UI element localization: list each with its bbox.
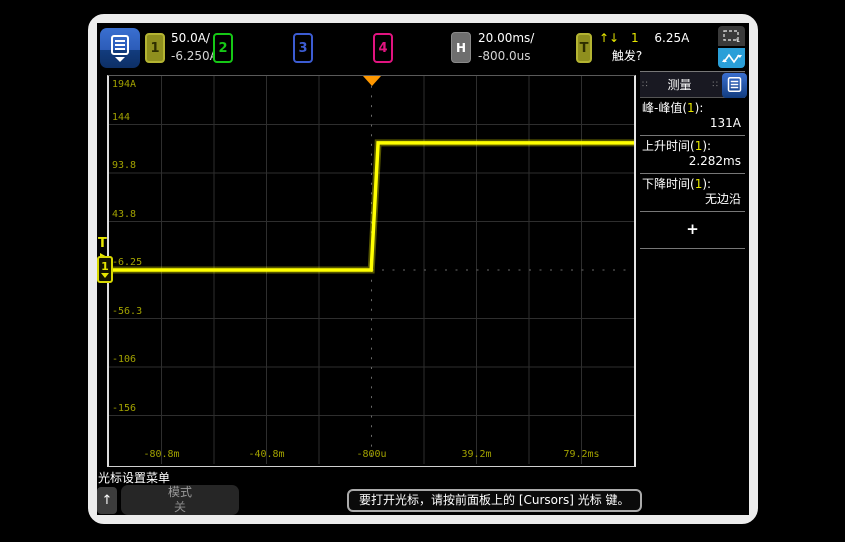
- measurement-value: 无边沿: [642, 192, 743, 207]
- y-axis-label: 144: [112, 112, 130, 123]
- region-zoom-button[interactable]: [718, 26, 745, 46]
- menu-back-button[interactable]: ↑: [97, 487, 117, 514]
- trigger-level: 6.25A: [654, 31, 689, 45]
- horizontal-readout: 20.00ms/ -800.0us: [478, 29, 534, 65]
- channel-1-scale-readout: 50.0A/ -6.250A: [171, 29, 218, 65]
- measurement-value: 131A: [642, 116, 743, 131]
- measurement-label: 上升时间(1):: [642, 139, 743, 154]
- channel-1-button[interactable]: 1: [145, 33, 165, 63]
- x-axis-label: 39.2m: [451, 449, 503, 460]
- trigger-readout: ↑↓ 1 6.25A 触发?: [599, 29, 689, 65]
- horizontal-button[interactable]: H: [451, 32, 471, 63]
- trigger-status: 触发?: [599, 47, 655, 65]
- ground-arrow-icon: [101, 273, 109, 278]
- trigger-position-marker[interactable]: [363, 76, 381, 86]
- menu-icon: [110, 35, 130, 55]
- channel-3-button[interactable]: 3: [293, 33, 313, 63]
- measurement-value: 2.282ms: [642, 154, 743, 169]
- trigger-button[interactable]: T: [576, 33, 592, 63]
- trigger-level-letter: T: [98, 236, 107, 251]
- x-axis-label: -80.8m: [136, 449, 188, 460]
- measurement-panel-title: 测量: [647, 76, 713, 93]
- softkey-menu-title: 光标设置菜单: [98, 469, 170, 486]
- menu-icon: [727, 77, 742, 95]
- chevron-down-icon: [115, 57, 125, 62]
- dashed-rectangle-icon: [723, 27, 741, 46]
- waveform-svg: [109, 76, 634, 464]
- ground-marker-label: 1: [101, 262, 109, 272]
- waveform-drag-icon: [722, 49, 742, 68]
- measurement-label: 下降时间(1):: [642, 177, 743, 192]
- x-axis-label: -40.8m: [241, 449, 293, 460]
- measurement-row[interactable]: 峰-峰值(1):131A: [640, 98, 745, 136]
- trigger-source: 1: [631, 31, 639, 45]
- top-status-bar: 1 50.0A/ -6.250A 2 3 4 H 20.00ms/ -800.0…: [97, 23, 749, 73]
- y-axis-label: -6.25: [112, 257, 142, 268]
- trigger-slope-icon: ↑↓: [599, 31, 619, 45]
- measurement-label: 峰-峰值(1):: [642, 101, 743, 116]
- corner-buttons: [718, 26, 745, 68]
- x-axis-label: -800u: [346, 449, 398, 460]
- channel-1-label: 1: [150, 41, 159, 56]
- y-axis-label: 194A: [112, 79, 136, 90]
- measurement-panel: ∷ 测量 ∷ 峰-峰值(1):131A上升时间(1):2.282ms下降时间(1…: [640, 71, 745, 249]
- channel-3-label: 3: [298, 41, 307, 56]
- softkey-mode[interactable]: 模式 关: [121, 485, 239, 515]
- up-arrow-icon: ↑: [102, 493, 113, 508]
- trigger-label: T: [580, 41, 589, 56]
- channel-2-button[interactable]: 2: [213, 33, 233, 63]
- measurement-row[interactable]: 上升时间(1):2.282ms: [640, 136, 745, 174]
- channel-1-ground-marker[interactable]: 1: [97, 256, 113, 283]
- softkey-label: 模式: [121, 485, 239, 500]
- channel-2-label: 2: [218, 41, 227, 56]
- measurement-panel-header[interactable]: ∷ 测量 ∷: [640, 71, 745, 98]
- softkey-value: 关: [121, 500, 239, 515]
- status-message: 要打开光标，请按前面板上的 [Cursors] 光标 键。: [347, 489, 642, 512]
- waveform-display[interactable]: 194A 144 93.8 43.8 -6.25 -56.3 -106 -156 -80.8m -…: [107, 75, 636, 467]
- x-axis-label: 79.2ms: [556, 449, 608, 460]
- y-axis-label: 43.8: [112, 209, 136, 220]
- measurement-menu-button[interactable]: [722, 73, 747, 98]
- horizontal-label: H: [456, 41, 466, 55]
- drag-handle-icon[interactable]: ∷: [712, 80, 717, 90]
- channel-4-label: 4: [378, 41, 387, 56]
- add-measurement-button[interactable]: +: [640, 212, 745, 249]
- measurement-row[interactable]: 下降时间(1):无边沿: [640, 174, 745, 212]
- y-axis-label: 93.8: [112, 160, 136, 171]
- channel-4-button[interactable]: 4: [373, 33, 393, 63]
- y-axis-label: -56.3: [112, 306, 142, 317]
- main-menu-button[interactable]: [100, 28, 140, 68]
- touch-drag-button[interactable]: [718, 48, 745, 68]
- y-axis-label: -156: [112, 403, 136, 414]
- y-axis-label: -106: [112, 354, 136, 365]
- scope-screen: 1 50.0A/ -6.250A 2 3 4 H 20.00ms/ -800.0…: [97, 23, 749, 515]
